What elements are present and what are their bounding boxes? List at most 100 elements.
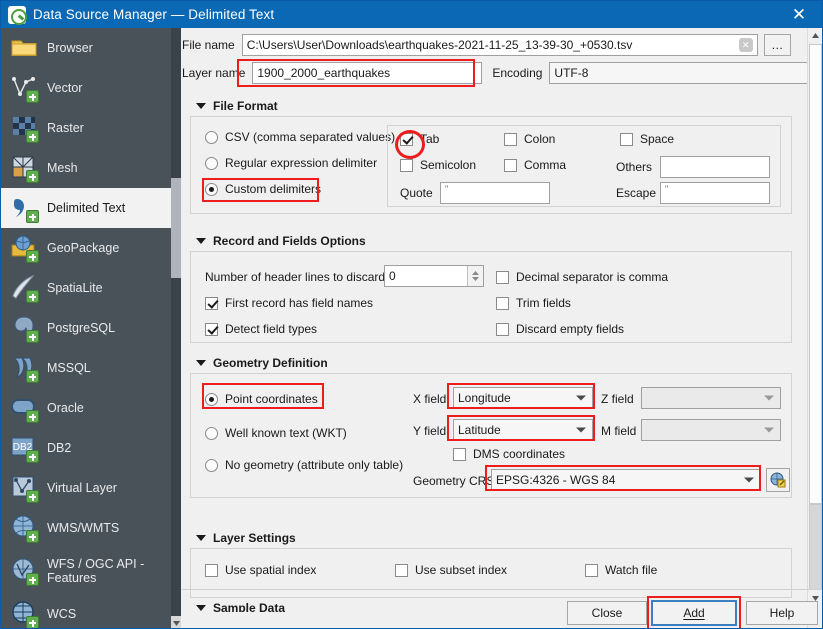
delimiter-label: Comma	[524, 158, 567, 172]
format-mode-custom[interactable]: Custom delimiters	[205, 182, 321, 196]
source-type-sidebar[interactable]: Browser Vector Raster Mesh Delimited Tex…	[1, 28, 171, 628]
sample-data-header[interactable]: Sample Data	[196, 603, 285, 612]
sidebar-item-label: GeoPackage	[47, 240, 120, 255]
sidebar-item-label: WFS / OGC API - Features	[47, 557, 145, 585]
sidebar-item-label: Vector	[47, 80, 83, 95]
sidebar-item-oracle[interactable]: Oracle	[1, 388, 171, 428]
crs-value: EPSG:4326 - WGS 84	[496, 473, 616, 487]
panel-scrollbar-track[interactable]	[809, 504, 822, 590]
sidebar-item-geopackage[interactable]: GeoPackage	[1, 228, 171, 268]
m-field-combo[interactable]	[641, 419, 781, 441]
scroll-up-button[interactable]	[808, 28, 822, 43]
spinner-buttons[interactable]	[467, 266, 483, 286]
checkbox-icon	[496, 270, 509, 284]
sidebar-item-postgresql[interactable]: PostgreSQL	[1, 308, 171, 348]
use-spatial-index-check[interactable]: Use spatial index	[205, 563, 316, 577]
first-record-field-names-check[interactable]: First record has field names	[205, 296, 373, 310]
layer-settings-header[interactable]: Layer Settings	[196, 531, 296, 545]
sidebar-item-delimited-text[interactable]: Delimited Text	[1, 188, 171, 228]
sidebar-item-wfs-ogc-api-features[interactable]: WFS / OGC API - Features	[1, 548, 171, 594]
encoding-combo[interactable]: UTF-8	[549, 62, 822, 84]
delimiter-semicolon[interactable]: Semicolon	[400, 158, 476, 172]
sidebar-item-virtual-layer[interactable]: Virtual Layer	[1, 468, 171, 508]
sidebar-scrollbar-thumb[interactable]	[171, 178, 181, 278]
sidebar-item-wms-wmts[interactable]: WMS/WMTS	[1, 508, 171, 548]
delimiter-comma[interactable]: Comma	[504, 158, 566, 172]
crs-combo[interactable]: EPSG:4326 - WGS 84	[491, 469, 761, 491]
escape-input[interactable]: "	[660, 182, 770, 204]
custom-delimiters-subgroup: Tab Colon Space Semicolon Comma Others Q…	[387, 125, 781, 207]
sidebar-item-db2[interactable]: DB2 DB2	[1, 428, 171, 468]
collapse-triangle-icon	[196, 604, 206, 611]
sidebar-item-raster[interactable]: Raster	[1, 108, 171, 148]
dms-label: DMS coordinates	[473, 447, 566, 461]
file-name-input[interactable]: C:\Users\User\Downloads\earthquakes-2021…	[241, 34, 758, 56]
crs-label: Geometry CRS	[413, 474, 495, 488]
geometry-mode-label: Well known text (WKT)	[225, 426, 347, 440]
z-field-combo[interactable]	[641, 387, 781, 409]
checkbox-icon	[205, 563, 218, 577]
quote-input[interactable]: "	[440, 182, 550, 204]
format-mode-csv[interactable]: CSV (comma separated values)	[205, 130, 395, 144]
decimal-separator-comma-check[interactable]: Decimal separator is comma	[496, 270, 668, 284]
add-badge-icon	[26, 250, 39, 263]
checkbox-icon	[504, 132, 517, 146]
collapse-triangle-icon	[196, 360, 206, 366]
sidebar-item-mesh[interactable]: Mesh	[1, 148, 171, 188]
geometry-mode-wkt[interactable]: Well known text (WKT)	[205, 426, 347, 440]
wcs-icon	[9, 599, 39, 628]
use-subset-index-check[interactable]: Use subset index	[395, 563, 507, 577]
delimiter-label: Space	[640, 132, 675, 146]
close-icon[interactable]: ✕	[776, 1, 822, 28]
header-lines-label: Number of header lines to discard	[205, 270, 386, 284]
radio-icon	[205, 458, 218, 472]
chevron-down-icon	[576, 395, 586, 401]
record-fields-header[interactable]: Record and Fields Options	[196, 234, 366, 248]
sidebar-item-vector[interactable]: Vector	[1, 68, 171, 108]
delimiter-colon[interactable]: Colon	[504, 132, 555, 146]
check-label: Use subset index	[415, 563, 508, 577]
geometry-mode-none[interactable]: No geometry (attribute only table)	[205, 458, 403, 472]
collapse-triangle-icon	[196, 103, 206, 109]
crs-select-button[interactable]	[766, 468, 790, 492]
browse-file-button[interactable]: …	[763, 34, 791, 56]
sidebar-scrollbar[interactable]	[171, 28, 181, 628]
dms-coordinates-check[interactable]: DMS coordinates	[453, 447, 565, 461]
sidebar-item-browser[interactable]: Browser	[1, 28, 171, 68]
clear-x-icon[interactable]: ✕	[738, 38, 753, 52]
sidebar-scroll-down-button[interactable]	[171, 616, 181, 628]
file-format-header[interactable]: File Format	[196, 99, 278, 113]
others-delimiter-input[interactable]	[660, 156, 770, 178]
check-label: First record has field names	[225, 296, 374, 310]
layer-name-input[interactable]: 1900_2000_earthquakes	[252, 62, 483, 84]
watch-file-check[interactable]: Watch file	[585, 563, 657, 577]
sidebar-item-label: Browser	[47, 40, 93, 55]
format-mode-label: Custom delimiters	[225, 182, 322, 196]
header-lines-spinbox[interactable]: 0	[384, 265, 484, 287]
sidebar-item-mssql[interactable]: MSSQL	[1, 348, 171, 388]
sidebar-item-spatialite[interactable]: SpatiaLite	[1, 268, 171, 308]
format-mode-regex[interactable]: Regular expression delimiter	[205, 156, 377, 170]
close-button[interactable]: Close	[567, 601, 647, 625]
help-button[interactable]: Help	[746, 601, 818, 625]
delimiter-tab[interactable]: Tab	[400, 132, 439, 146]
radio-icon	[205, 156, 218, 170]
add-button[interactable]: Add	[651, 600, 737, 626]
data-source-manager-dialog: Data Source Manager — Delimited Text ✕ B…	[0, 0, 823, 629]
checkbox-icon	[205, 296, 218, 310]
panel-scrollbar[interactable]	[807, 28, 822, 628]
y-field-combo[interactable]: Latitude	[453, 419, 593, 441]
x-field-combo[interactable]: Longitude	[453, 387, 593, 409]
trim-fields-check[interactable]: Trim fields	[496, 296, 571, 310]
delimiter-space[interactable]: Space	[620, 132, 674, 146]
check-label: Use spatial index	[225, 563, 317, 577]
add-badge-icon	[26, 530, 39, 543]
delimiter-label: Semicolon	[420, 158, 477, 172]
sidebar-item-wcs[interactable]: WCS	[1, 594, 171, 628]
geometry-header[interactable]: Geometry Definition	[196, 356, 328, 370]
discard-empty-fields-check[interactable]: Discard empty fields	[496, 322, 624, 336]
sidebar-item-label: PostgreSQL	[47, 320, 116, 335]
panel-scrollbar-thumb[interactable]	[809, 44, 822, 504]
detect-field-types-check[interactable]: Detect field types	[205, 322, 317, 336]
geometry-mode-point[interactable]: Point coordinates	[205, 392, 318, 406]
